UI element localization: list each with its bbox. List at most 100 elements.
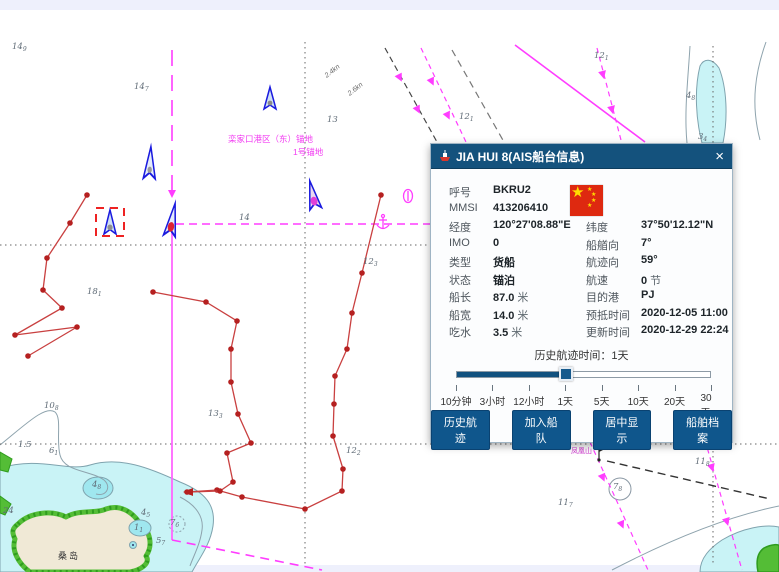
shallow-patch-topright bbox=[686, 42, 766, 143]
track-point[interactable] bbox=[74, 324, 80, 330]
slider-tick-label[interactable]: 3小时 bbox=[480, 393, 506, 408]
track-point[interactable] bbox=[25, 353, 31, 359]
track-point[interactable] bbox=[330, 433, 336, 439]
field-value: 2020-12-05 11:00 bbox=[641, 307, 728, 324]
ship-target-icon[interactable] bbox=[104, 210, 116, 234]
track-point[interactable] bbox=[67, 220, 73, 226]
slider-tick-label[interactable]: 5天 bbox=[594, 393, 610, 408]
depth-sounding: 118 bbox=[695, 458, 710, 468]
depth-sounding: 133 bbox=[208, 410, 223, 420]
track-point[interactable] bbox=[224, 450, 230, 456]
ship-target-icon[interactable] bbox=[163, 202, 181, 237]
field-label: 船宽 bbox=[449, 307, 471, 324]
track-point[interactable] bbox=[235, 411, 241, 417]
action-button-4[interactable]: 船舶档案 bbox=[673, 410, 732, 450]
track-point[interactable] bbox=[378, 192, 384, 198]
field-label: MMSI bbox=[449, 202, 478, 219]
depth-sounding: 122 bbox=[346, 447, 361, 457]
track-point[interactable] bbox=[228, 379, 234, 385]
field-label: 类型 bbox=[449, 254, 471, 271]
field-unit: 节 bbox=[650, 275, 661, 287]
field-value: 37°50'12.12"N bbox=[641, 219, 713, 236]
depth-sounding: 13 bbox=[327, 116, 338, 125]
track-point[interactable] bbox=[40, 287, 46, 293]
track-point[interactable] bbox=[344, 346, 350, 352]
field-unit: 米 bbox=[517, 292, 528, 304]
depth-sounding: 24 bbox=[3, 507, 14, 516]
ship-target-icon[interactable] bbox=[304, 179, 322, 209]
history-time-slider[interactable] bbox=[456, 371, 711, 378]
depth-sounding: 1.5 bbox=[18, 441, 32, 450]
track-point[interactable] bbox=[12, 332, 18, 338]
slider-tick bbox=[492, 385, 493, 391]
depth-sounding: 108 bbox=[44, 402, 59, 412]
field-label: 航迹向 bbox=[586, 254, 619, 271]
field-label: 纬度 bbox=[586, 219, 608, 236]
track-point[interactable] bbox=[203, 299, 209, 305]
depth-sounding: 48 bbox=[686, 92, 695, 102]
history-track-loop bbox=[15, 195, 87, 356]
field-value: 413206410 bbox=[493, 202, 548, 219]
depth-sounding: 181 bbox=[87, 288, 102, 298]
depth-sounding: 34 bbox=[698, 133, 707, 143]
field-label: 目的港 bbox=[586, 289, 619, 306]
field-value: 87.0米 bbox=[493, 289, 528, 306]
china-flag: ★ ★ ★ ★ ★ bbox=[570, 185, 603, 216]
slider-fill bbox=[457, 372, 567, 377]
slider-tick-label[interactable]: 10分钟 bbox=[440, 393, 471, 408]
action-button-1[interactable]: 历史航迹 bbox=[431, 410, 490, 450]
track-point[interactable] bbox=[217, 488, 223, 494]
field-value: 0 bbox=[493, 237, 499, 254]
field-label: 吃水 bbox=[449, 324, 471, 341]
track-point[interactable] bbox=[150, 289, 156, 295]
field-value: 14.0米 bbox=[493, 307, 528, 324]
field-value: 0节 bbox=[641, 272, 661, 289]
action-button-2[interactable]: 加入船队 bbox=[512, 410, 571, 450]
track-point[interactable] bbox=[339, 488, 345, 494]
action-button-3[interactable]: 居中显示 bbox=[593, 410, 652, 450]
depth-sounding: 117 bbox=[558, 499, 573, 509]
track-point[interactable] bbox=[359, 270, 365, 276]
field-value: PJ bbox=[641, 289, 654, 306]
depth-sounding: 11 bbox=[134, 524, 143, 534]
field-unit: 米 bbox=[517, 310, 528, 322]
panel-header[interactable]: JIA HUI 8(AIS船台信息) × bbox=[431, 144, 732, 169]
track-point[interactable] bbox=[230, 479, 236, 485]
ship-target-icon[interactable] bbox=[264, 87, 276, 109]
depth-sounding: 121 bbox=[594, 52, 609, 62]
slider-tick bbox=[675, 385, 676, 391]
track-point[interactable] bbox=[234, 318, 240, 324]
track-point[interactable] bbox=[44, 255, 50, 261]
slider-tick-label[interactable]: 1天 bbox=[558, 393, 574, 408]
track-point[interactable] bbox=[331, 401, 337, 407]
field-label: IMO bbox=[449, 237, 470, 254]
track-point[interactable] bbox=[332, 373, 338, 379]
track-point[interactable] bbox=[228, 346, 234, 352]
track-point[interactable] bbox=[340, 466, 346, 472]
slider-tick-label[interactable]: 12小时 bbox=[513, 393, 544, 408]
track-point[interactable] bbox=[59, 305, 65, 311]
history-track-main bbox=[187, 195, 381, 509]
close-icon[interactable]: × bbox=[715, 149, 724, 164]
ship-target-icon[interactable] bbox=[143, 146, 157, 178]
anchorage-label-line2: 1号锚地 bbox=[293, 148, 323, 157]
field-label: 船艏向 bbox=[586, 237, 619, 254]
field-label: 呼号 bbox=[449, 184, 471, 201]
slider-tick bbox=[638, 385, 639, 391]
slider-tick-label[interactable]: 10天 bbox=[628, 393, 649, 408]
slider-handle[interactable] bbox=[559, 367, 573, 381]
depth-sounding: 14 bbox=[239, 214, 250, 223]
field-value: 3.5米 bbox=[493, 324, 522, 341]
history-time-label: 历史航迹时间：1天 bbox=[431, 347, 732, 363]
island-label: 桑岛 bbox=[58, 552, 80, 561]
slider-tick bbox=[565, 385, 566, 391]
track-point[interactable] bbox=[84, 192, 90, 198]
field-value: 2020-12-29 22:24 bbox=[641, 324, 728, 341]
field-label: 预抵时间 bbox=[586, 307, 630, 324]
track-point[interactable] bbox=[302, 506, 308, 512]
slider-tick-label[interactable]: 20天 bbox=[664, 393, 685, 408]
track-point[interactable] bbox=[239, 494, 245, 500]
track-point[interactable] bbox=[349, 310, 355, 316]
panel-buttons: 历史航迹加入船队居中显示船舶档案 bbox=[431, 410, 732, 450]
track-point[interactable] bbox=[248, 440, 254, 446]
